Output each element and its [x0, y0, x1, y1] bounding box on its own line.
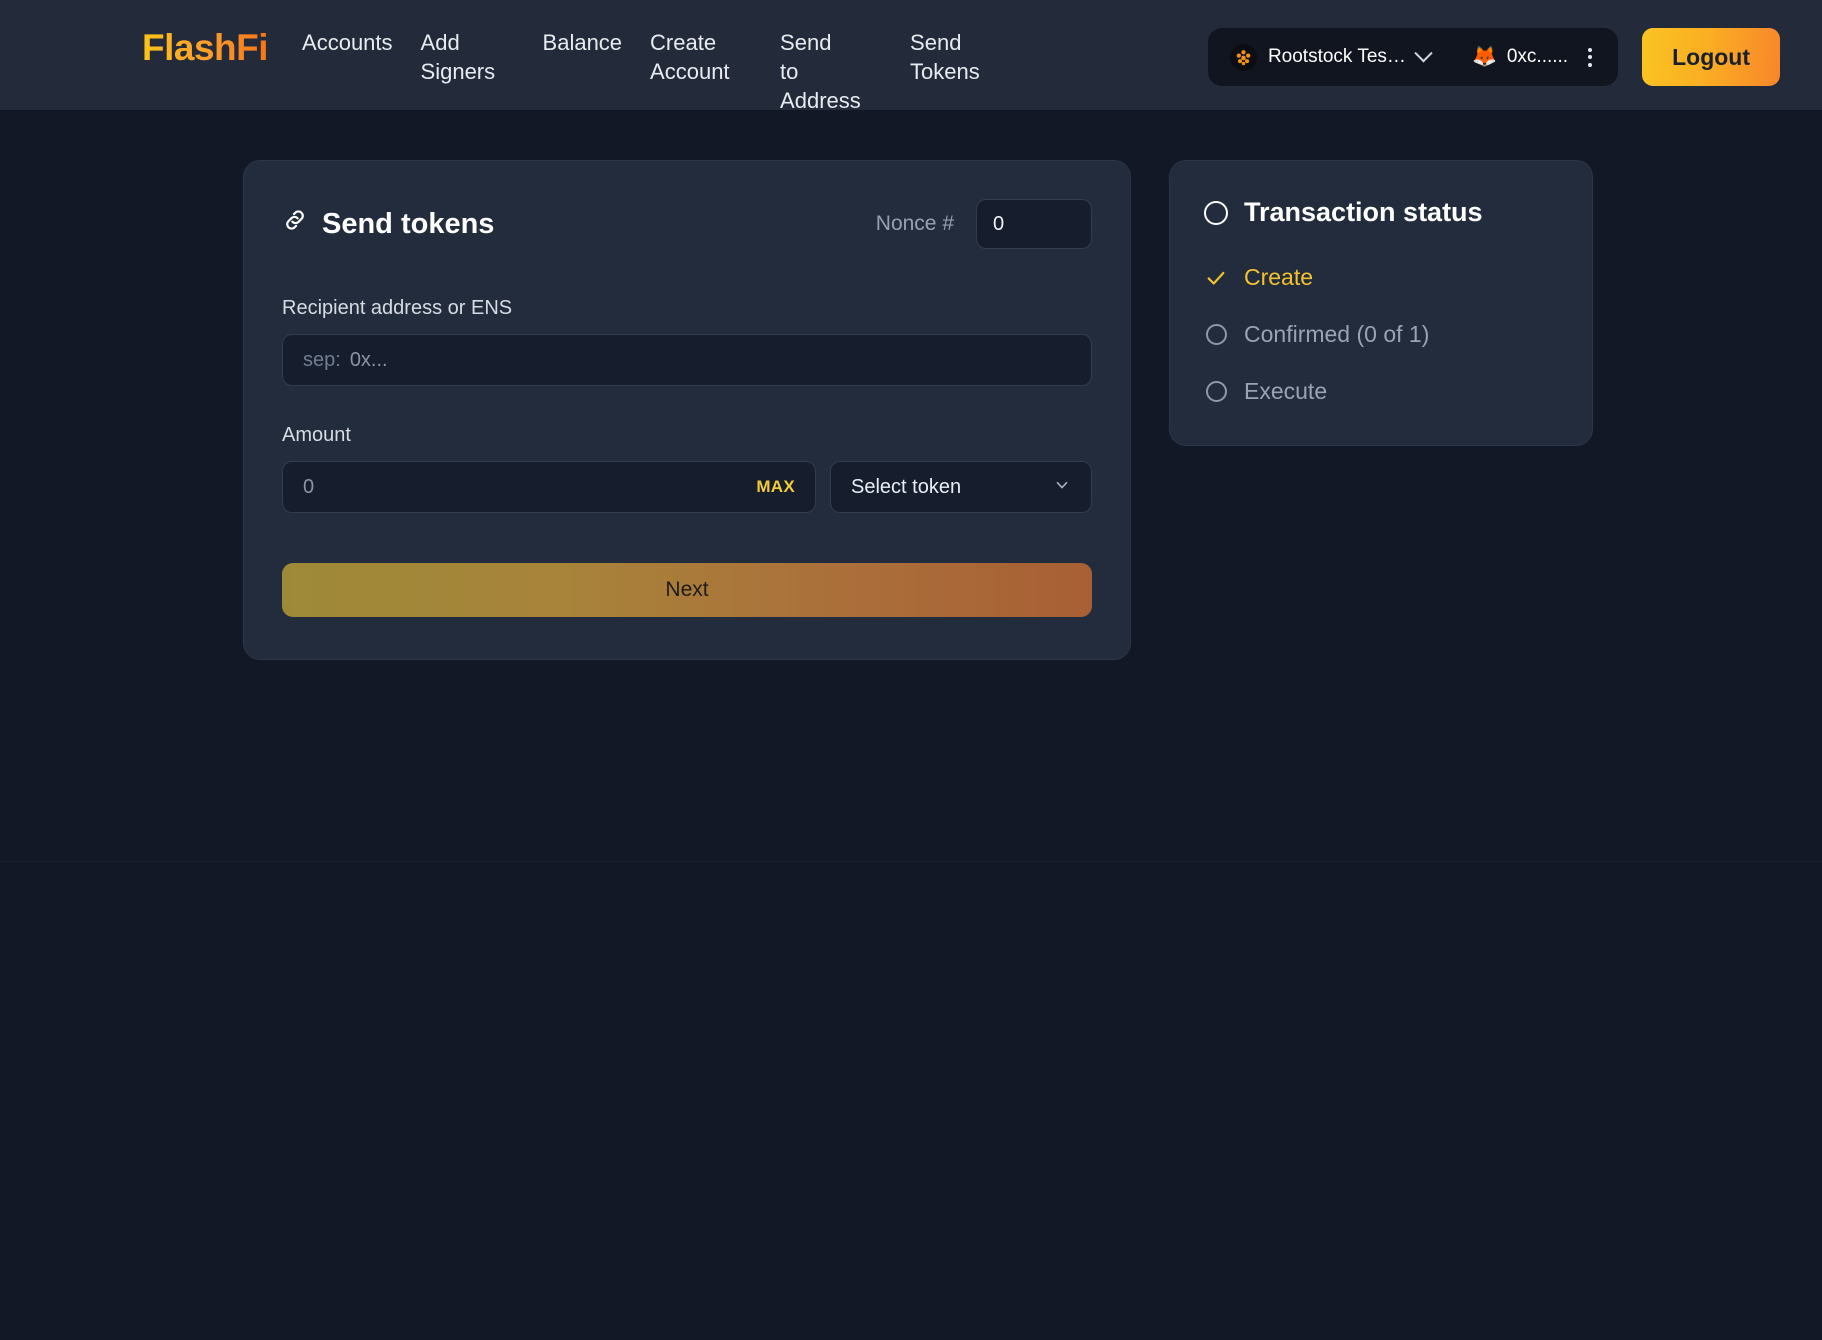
status-step-create: Create — [1204, 264, 1558, 291]
nonce-input[interactable] — [976, 199, 1092, 249]
circle-outline-icon — [1204, 200, 1228, 225]
circle-outline-shape — [1205, 324, 1227, 345]
nav-item-add-signers[interactable]: Add Signers — [407, 28, 529, 86]
account-address-chip[interactable]: 🦊 0xc...... — [1448, 46, 1568, 68]
recipient-label: Recipient address or ENS — [282, 297, 513, 319]
top-navbar: FlashFi Accounts Add Signers Balance Cre… — [0, 0, 1822, 113]
send-tokens-card: Send tokens Nonce # Recipient address or… — [243, 160, 1131, 660]
rootstock-icon — [1229, 43, 1257, 71]
main-content: Send tokens Nonce # Recipient address or… — [0, 110, 1822, 660]
amount-label: Amount — [282, 424, 351, 446]
circle-outline-icon — [1204, 380, 1228, 404]
logout-button[interactable]: Logout — [1642, 28, 1780, 86]
main-navigation: Accounts Add Signers Balance Create Acco… — [288, 28, 1018, 115]
transaction-status-title: Transaction status — [1204, 197, 1558, 228]
chain-selector[interactable]: Rootstock Tes… — [1229, 43, 1448, 71]
chevron-down-icon — [1414, 43, 1433, 62]
nav-item-send-to-address[interactable]: Send to Address — [766, 28, 896, 115]
app-logo[interactable]: FlashFi — [142, 29, 269, 67]
transaction-status-title-text: Transaction status — [1244, 197, 1483, 227]
recipient-input[interactable] — [349, 348, 1071, 372]
recipient-network-prefix: sep: — [303, 348, 341, 371]
nav-item-accounts[interactable]: Accounts — [288, 28, 407, 57]
account-address-label: 0xc...... — [1506, 46, 1569, 67]
nav-item-balance[interactable]: Balance — [529, 28, 637, 57]
amount-input-wrapper[interactable]: MAX — [282, 461, 816, 513]
chain-name-label: Rootstock Tes… — [1267, 46, 1406, 67]
status-step-execute-label: Execute — [1244, 378, 1328, 404]
kebab-menu-icon[interactable] — [1578, 42, 1602, 73]
max-button[interactable]: MAX — [756, 477, 795, 497]
send-tokens-card-header: Send tokens Nonce # — [282, 199, 1092, 249]
amount-row: MAX Select token — [282, 461, 1092, 513]
chevron-down-icon — [1053, 476, 1071, 499]
page-title: Send tokens — [282, 207, 494, 241]
page-divider — [0, 861, 1822, 862]
status-step-confirmed: Confirmed (0 of 1) — [1204, 321, 1558, 348]
send-tokens-title-text: Send tokens — [322, 207, 495, 240]
status-step-create-label: Create — [1244, 264, 1314, 290]
token-select-label: Select token — [851, 475, 962, 498]
nonce-group: Nonce # — [876, 199, 1092, 249]
next-button[interactable]: Next — [282, 563, 1092, 617]
status-step-execute: Execute — [1204, 378, 1558, 405]
token-select-dropdown[interactable]: Select token — [830, 461, 1092, 513]
link-chain-icon — [282, 207, 308, 241]
transaction-status-card: Transaction status Create Confirmed (0 o… — [1169, 160, 1593, 446]
nonce-label: Nonce # — [875, 212, 954, 235]
recipient-input-wrapper[interactable]: sep: — [282, 334, 1092, 386]
circle-outline-icon — [1204, 323, 1228, 347]
check-icon — [1204, 266, 1228, 290]
nav-item-send-tokens[interactable]: Send Tokens — [896, 28, 1018, 86]
status-step-confirmed-label: Confirmed (0 of 1) — [1244, 321, 1430, 347]
circle-outline-shape — [1205, 381, 1227, 402]
metamask-fox-icon: 🦊 — [1471, 46, 1497, 68]
wallet-connect-chip: Rootstock Tes… 🦊 0xc...... — [1207, 28, 1619, 86]
amount-input[interactable] — [303, 475, 757, 499]
nav-item-create-account[interactable]: Create Account — [636, 28, 766, 86]
